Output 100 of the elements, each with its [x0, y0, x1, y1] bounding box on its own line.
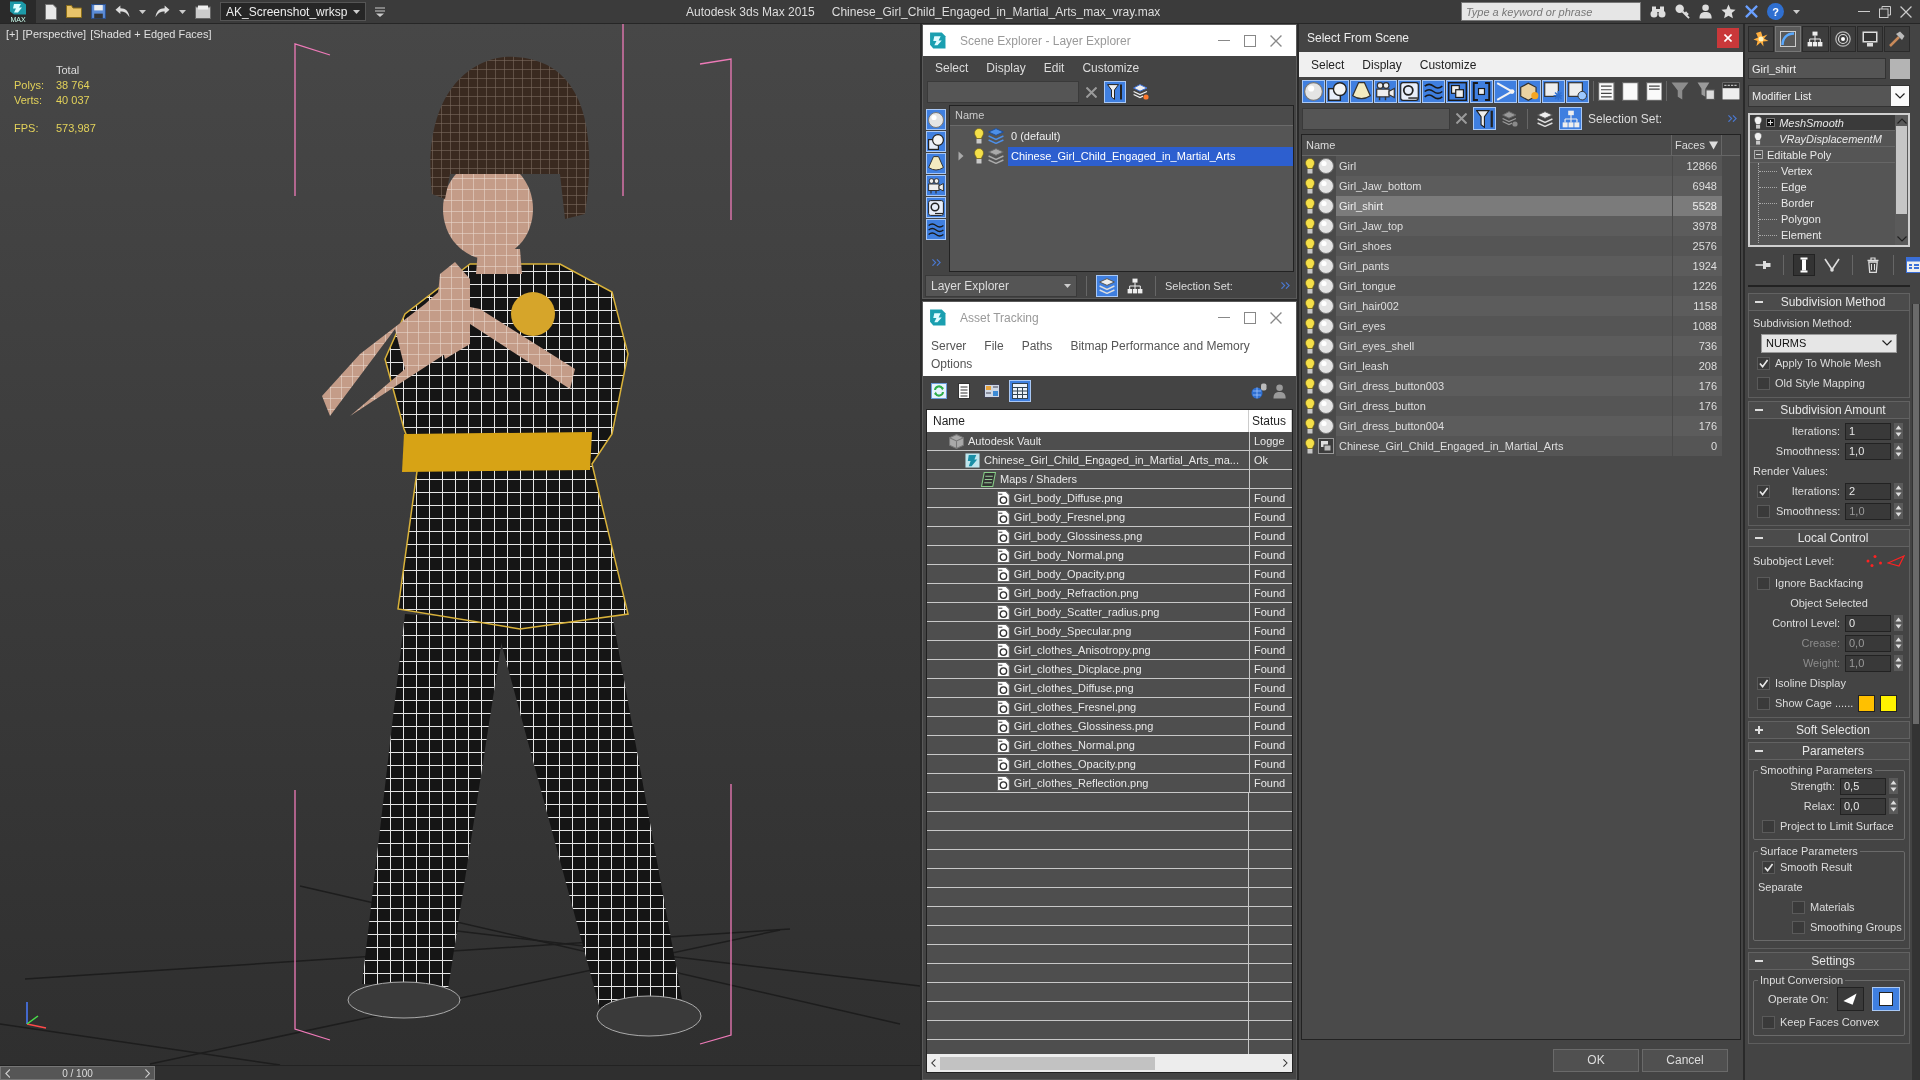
- object-row[interactable]: Girl_dress_button 176: [1336, 396, 1722, 416]
- person-icon[interactable]: [1698, 4, 1712, 19]
- object-row[interactable]: Girl_shoes 2576: [1336, 236, 1722, 256]
- object-row[interactable]: Girl_pants 1924: [1336, 256, 1722, 276]
- lightbulb-icon[interactable]: [1305, 158, 1315, 174]
- blank-list-icon[interactable]: [1621, 81, 1639, 101]
- menu-item[interactable]: File: [984, 338, 1004, 353]
- swatch-icon[interactable]: [1890, 58, 1910, 79]
- close-icon[interactable]: [1270, 311, 1282, 324]
- panel-tab[interactable]: [1775, 26, 1802, 52]
- checkbox[interactable]: [1792, 920, 1805, 934]
- search-field[interactable]: [927, 81, 1079, 103]
- view-menu[interactable]: [Perspective]: [22, 28, 87, 40]
- scrollbar-thumb[interactable]: [939, 1056, 1155, 1070]
- object-row[interactable]: Girl 12866: [1336, 156, 1722, 176]
- save-icon[interactable]: [91, 4, 106, 19]
- layers-add-icon[interactable]: [1133, 84, 1149, 100]
- menu-item[interactable]: Customize: [1419, 57, 1477, 72]
- redo-icon[interactable]: [155, 5, 170, 18]
- lightbulb-icon[interactable]: [1305, 318, 1315, 334]
- shading-menu[interactable]: [Shaded + Edged Faces]: [90, 28, 212, 40]
- menu-item[interactable]: Display: [986, 60, 1026, 75]
- layer-name[interactable]: 0 (default): [1008, 126, 1293, 146]
- list-icon[interactable]: [1598, 81, 1615, 101]
- lightbulb-icon[interactable]: [1754, 132, 1763, 145]
- window-icon[interactable]: [1722, 82, 1740, 100]
- lightbulb-icon[interactable]: [1305, 378, 1315, 394]
- panel-tab[interactable]: [1748, 26, 1775, 52]
- filter-list-icon[interactable]: [1696, 82, 1715, 100]
- spinner-arrows-icon[interactable]: [1894, 655, 1903, 671]
- checkbox[interactable]: [1762, 860, 1775, 874]
- lightbulb-icon[interactable]: [1305, 338, 1315, 354]
- object-row[interactable]: Girl_eyes_shell 736: [1336, 336, 1722, 356]
- x-mark-icon[interactable]: [1745, 5, 1758, 18]
- checkbox[interactable]: [1757, 696, 1770, 710]
- menu-item[interactable]: Paths: [1021, 338, 1053, 353]
- lightbulb-icon[interactable]: [974, 128, 984, 144]
- vertex-dots-icon[interactable]: [1866, 555, 1882, 567]
- lightbulb-icon[interactable]: [1305, 358, 1315, 374]
- toggle-button[interactable]: [1793, 254, 1815, 276]
- spinner-arrows-icon[interactable]: [1894, 483, 1903, 499]
- clear-icon[interactable]: [1456, 113, 1467, 124]
- filter-icon[interactable]: [1671, 82, 1690, 100]
- modifier-list-dropdown[interactable]: Modifier List: [1748, 85, 1910, 107]
- help-button[interactable]: ?: [1767, 3, 1784, 20]
- rollout-header[interactable]: Subdivision Method: [1748, 293, 1910, 311]
- person-icon[interactable]: [1272, 383, 1286, 399]
- caret-icon[interactable]: [1793, 9, 1800, 14]
- rollout-header[interactable]: Settings: [1748, 952, 1910, 970]
- workspace-dropdown[interactable]: AK_Screenshot_wrksp: [220, 2, 367, 21]
- plus-box-icon[interactable]: [1766, 118, 1776, 127]
- menu-item[interactable]: Server: [931, 338, 967, 353]
- close-button[interactable]: [1717, 28, 1739, 48]
- lightbulb-icon[interactable]: [1305, 418, 1315, 434]
- stack-item[interactable]: VRayDisplacementM: [1750, 131, 1895, 147]
- scrollbar[interactable]: [1895, 115, 1908, 245]
- time-slider[interactable]: 0 / 100: [0, 1065, 920, 1080]
- lightbulb-icon[interactable]: [1305, 258, 1315, 274]
- close-icon[interactable]: [1900, 5, 1912, 18]
- chevron-right-icon[interactable]: [1283, 1059, 1288, 1067]
- stack-item[interactable]: Editable Poly: [1750, 147, 1895, 163]
- explorer-dropdown[interactable]: Layer Explorer: [925, 274, 1077, 297]
- layers-add-icon[interactable]: [1502, 110, 1518, 127]
- caret-icon[interactable]: [139, 9, 146, 14]
- undo-icon[interactable]: [115, 5, 130, 18]
- lightbulb-icon[interactable]: [1305, 438, 1315, 454]
- project-folder-icon[interactable]: [195, 4, 211, 19]
- menu-item[interactable]: Edit: [1043, 60, 1065, 75]
- dropdown[interactable]: NURMS: [1761, 333, 1897, 353]
- swatch-icon[interactable]: [1880, 694, 1898, 712]
- spinner-arrows-icon[interactable]: [1894, 635, 1903, 651]
- toggle-button[interactable]: [1903, 254, 1920, 276]
- object-name-field[interactable]: Girl_shirt: [1748, 58, 1886, 79]
- star-icon[interactable]: [1721, 4, 1736, 19]
- expand-arrow-icon[interactable]: [958, 151, 964, 161]
- scrollbar[interactable]: [1912, 304, 1920, 1080]
- object-row[interactable]: Girl_Jaw_top 3978: [1336, 216, 1722, 236]
- checkbox[interactable]: [1762, 1015, 1775, 1029]
- dialog-button[interactable]: Cancel: [1642, 1048, 1728, 1072]
- lightbulb-icon[interactable]: [1305, 178, 1315, 194]
- column-header[interactable]: Status: [1249, 410, 1292, 432]
- layer-name[interactable]: Chinese_Girl_Child_Engaged_in_Martial_Arts: [1008, 146, 1293, 166]
- spinner-arrows-icon[interactable]: [1894, 443, 1903, 459]
- object-row[interactable]: Girl_shirt 5528: [1336, 196, 1722, 216]
- number-field[interactable]: 1: [1845, 422, 1891, 440]
- menu-item[interactable]: Bitmap Performance and Memory: [1070, 338, 1250, 353]
- rollout-header[interactable]: Local Control: [1748, 529, 1910, 547]
- object-row[interactable]: Girl_eyes 1088: [1336, 316, 1722, 336]
- lightbulb-icon[interactable]: [1305, 218, 1315, 234]
- dialog-button[interactable]: OK: [1553, 1048, 1639, 1072]
- number-field[interactable]: 2: [1845, 482, 1891, 500]
- column-header[interactable]: Name: [1302, 135, 1672, 155]
- number-field[interactable]: 0: [1845, 614, 1891, 632]
- panel-tab[interactable]: [1829, 26, 1856, 52]
- maximize-icon[interactable]: [1244, 34, 1256, 47]
- layers-icon[interactable]: [1537, 110, 1553, 127]
- object-row[interactable]: Girl_Jaw_bottom 6948: [1336, 176, 1722, 196]
- checkbox[interactable]: [1757, 576, 1770, 590]
- stack-item[interactable]: Vertex: [1781, 165, 1813, 177]
- column-header[interactable]: Name: [950, 106, 1293, 126]
